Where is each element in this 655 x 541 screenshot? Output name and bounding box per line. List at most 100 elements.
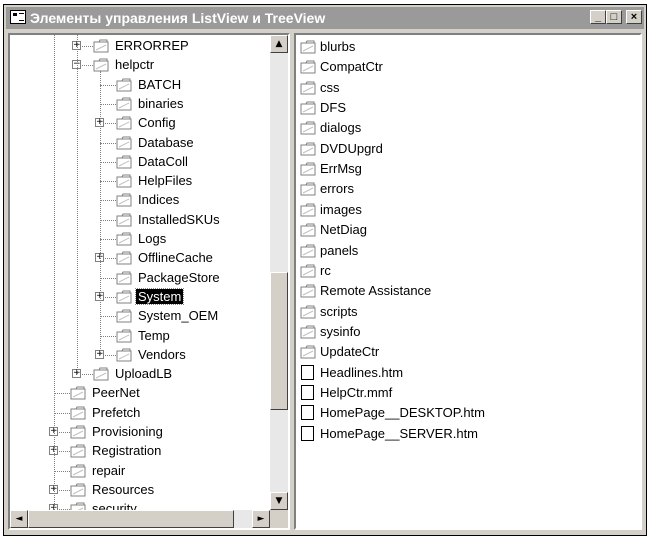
list-item-label: DVDUpgrd	[320, 140, 383, 156]
tree-node-label: Indices	[138, 192, 180, 207]
list-item[interactable]: HomePage__DESKTOP.htm	[300, 403, 620, 423]
folder-icon	[116, 78, 132, 92]
tree-node-label: Prefetch	[92, 405, 141, 420]
folder-icon	[93, 367, 109, 381]
tree-node-label: System	[134, 288, 185, 305]
tree-node-label: helpctr	[115, 57, 155, 72]
horizontal-scroll-thumb[interactable]	[28, 510, 234, 528]
list-item[interactable]: DVDUpgrd	[300, 139, 620, 159]
tree-node[interactable]: Logs	[10, 230, 270, 249]
scroll-right-icon[interactable]: ►	[252, 510, 270, 528]
list-item[interactable]: sysinfo	[300, 322, 620, 342]
title-bar[interactable]: Элементы управления ListView и TreeView …	[6, 7, 644, 29]
list-item-label: errors	[320, 181, 354, 197]
tree-node-label: security	[92, 501, 137, 510]
tree-guide-line	[100, 85, 116, 86]
tree-node[interactable]: Indices	[10, 191, 270, 210]
list-item[interactable]: rc	[300, 261, 620, 281]
tree-node[interactable]: − helpctr	[10, 56, 270, 75]
tree-node[interactable]: + ERRORREP	[10, 37, 270, 56]
tree-node-label: BATCH	[138, 77, 182, 92]
list-item-label: NetDiag	[320, 222, 367, 238]
tree-node[interactable]: + Config	[10, 114, 270, 133]
list-item-label: HomePage__SERVER.htm	[320, 425, 479, 441]
list-item[interactable]: blurbs	[300, 37, 620, 57]
folder-icon	[300, 325, 316, 339]
tree-node-label: System_OEM	[138, 308, 219, 323]
tree-node[interactable]: HelpFiles	[10, 172, 270, 191]
close-button[interactable]: ×	[626, 10, 642, 24]
scroll-left-icon[interactable]: ◄	[10, 510, 28, 528]
tree-node[interactable]: Temp	[10, 327, 270, 346]
maximize-button[interactable]: □	[606, 10, 622, 24]
folder-icon	[116, 97, 132, 111]
tree-node-label: Registration	[92, 443, 162, 458]
tree-node[interactable]: PackageStore	[10, 269, 270, 288]
tree-vertical-scrollbar[interactable]: ▲ ▼	[270, 35, 288, 510]
tree-node[interactable]: Prefetch	[10, 404, 270, 423]
tree-node[interactable]: + Vendors	[10, 346, 270, 365]
list-item[interactable]: ErrMsg	[300, 159, 620, 179]
list-item-label: DFS	[320, 100, 346, 116]
list-item[interactable]: scripts	[300, 302, 620, 322]
list-item-label: scripts	[320, 303, 358, 319]
folder-icon	[116, 193, 132, 207]
tree-node[interactable]: repair	[10, 462, 270, 481]
tree-node[interactable]: InstalledSKUs	[10, 211, 270, 230]
tree-items: + ERRORREP − helpctr BATCH binaries + Config Dat…	[10, 35, 270, 510]
list-item[interactable]: CompatCtr	[300, 57, 620, 77]
tree-guide-line	[77, 35, 78, 374]
folder-icon	[300, 81, 316, 95]
tree-guide-line	[54, 413, 70, 414]
tree-node-label: DataColl	[138, 154, 188, 169]
tree-guide-line	[100, 278, 116, 279]
list-view[interactable]: blurbs CompatCtr css DFS dialogs DVDUpgrd ErrM…	[294, 33, 642, 530]
folder-icon	[300, 203, 316, 217]
scroll-thumb[interactable]	[270, 272, 288, 410]
folder-icon	[116, 271, 132, 285]
folder-icon	[116, 174, 132, 188]
minimize-button[interactable]: _	[590, 10, 606, 24]
tree-node[interactable]: BATCH	[10, 76, 270, 95]
tree-guide-line	[100, 316, 116, 317]
tree-horizontal-scrollbar[interactable]: ◄ ►	[10, 510, 270, 528]
list-item[interactable]: HelpCtr.mmf	[300, 383, 620, 403]
tree-view[interactable]: + ERRORREP − helpctr BATCH binaries + Config Dat…	[8, 33, 290, 530]
list-item[interactable]: DFS	[300, 98, 620, 118]
tree-node[interactable]: Database	[10, 134, 270, 153]
list-item[interactable]: Remote Assistance	[300, 281, 620, 301]
list-item[interactable]: Headlines.htm	[300, 363, 620, 383]
folder-icon	[70, 464, 86, 478]
list-item[interactable]: UpdateCtr	[300, 342, 620, 362]
list-item[interactable]: images	[300, 200, 620, 220]
tree-node[interactable]: System_OEM	[10, 307, 270, 326]
tree-node[interactable]: + OfflineCache	[10, 249, 270, 268]
file-icon	[301, 384, 314, 400]
scroll-up-icon[interactable]: ▲	[270, 35, 288, 53]
list-item-label: HelpCtr.mmf	[320, 384, 393, 400]
tree-node[interactable]: + security	[10, 500, 270, 510]
scroll-down-icon[interactable]: ▼	[270, 492, 288, 510]
tree-node[interactable]: + System	[10, 288, 270, 307]
tree-guide-line	[54, 471, 70, 472]
list-item-label: blurbs	[320, 39, 356, 54]
list-item[interactable]: dialogs	[300, 118, 620, 138]
folder-icon	[116, 232, 132, 246]
list-item-label: Headlines.htm	[320, 364, 404, 380]
list-item[interactable]: NetDiag	[300, 220, 620, 240]
tree-node[interactable]: DataColl	[10, 153, 270, 172]
tree-node[interactable]: PeerNet	[10, 384, 270, 403]
folder-icon	[300, 162, 316, 176]
folder-icon	[300, 60, 316, 74]
tree-node[interactable]: + Provisioning	[10, 423, 270, 442]
list-item[interactable]: HomePage__SERVER.htm	[300, 424, 620, 444]
tree-node[interactable]: + Registration	[10, 442, 270, 461]
tree-node[interactable]: binaries	[10, 95, 270, 114]
file-icon	[301, 405, 314, 421]
list-item[interactable]: css	[300, 78, 620, 98]
list-item[interactable]: errors	[300, 179, 620, 199]
folder-icon	[70, 444, 86, 458]
tree-node[interactable]: + UploadLB	[10, 365, 270, 384]
tree-node[interactable]: + Resources	[10, 481, 270, 500]
list-item[interactable]: panels	[300, 241, 620, 261]
